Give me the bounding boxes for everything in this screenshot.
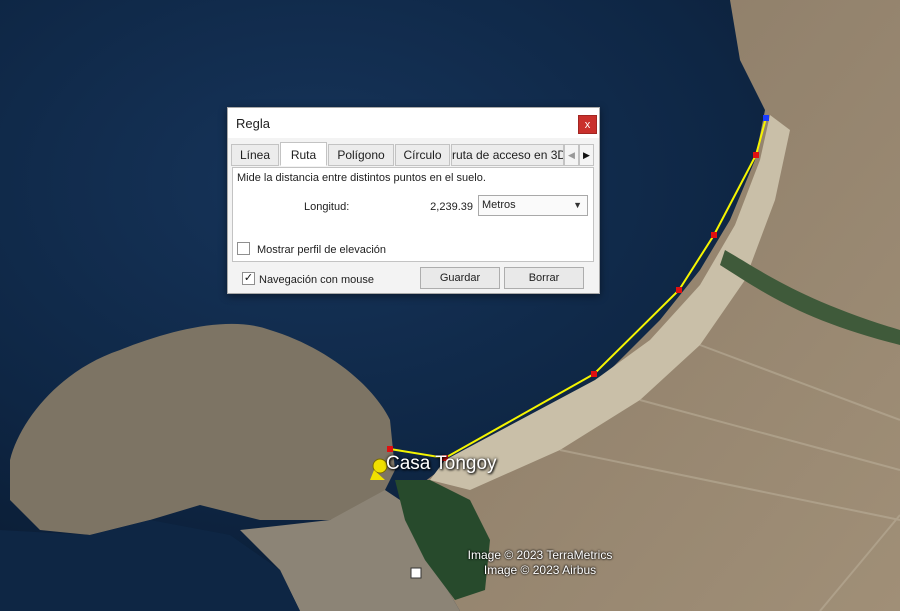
panel-description: Mide la distancia entre distintos puntos… <box>237 172 486 184</box>
dialog-title: Regla <box>236 116 270 131</box>
route-vertex[interactable] <box>711 232 717 238</box>
route-vertex[interactable] <box>676 287 682 293</box>
satellite-map[interactable] <box>0 0 900 611</box>
credit-line: Image © 2023 Airbus <box>483 563 597 577</box>
placemark-label[interactable]: Casa Tongoy <box>386 453 497 475</box>
tab-scroll-right-icon[interactable]: ▶ <box>579 144 594 166</box>
credit-line: Image © 2023 TerraMetrics <box>467 548 613 562</box>
unit-select[interactable]: Metros ▼ <box>478 195 588 216</box>
path-panel: Mide la distancia entre distintos puntos… <box>232 167 594 262</box>
close-button[interactable]: x <box>578 115 597 134</box>
clear-button[interactable]: Borrar <box>504 267 584 289</box>
route-vertex[interactable] <box>591 371 597 377</box>
tab-circle[interactable]: Círculo <box>395 144 450 166</box>
tab-line[interactable]: Línea <box>231 144 279 166</box>
save-button[interactable]: Guardar <box>420 267 500 289</box>
tab-scroll-left-icon[interactable]: ◀ <box>564 144 579 166</box>
road-sign-icon <box>410 567 422 579</box>
length-value: 2,239.39 <box>430 201 473 213</box>
unit-selected-value: Metros <box>482 199 516 211</box>
mouse-navigation-label[interactable]: Navegación con mouse <box>259 274 374 286</box>
elevation-profile-checkbox[interactable] <box>237 242 250 255</box>
elevation-profile-label[interactable]: Mostrar perfil de elevación <box>257 244 386 256</box>
tab-polygon[interactable]: Polígono <box>328 144 394 166</box>
tab-path[interactable]: Ruta <box>280 142 327 166</box>
tab-3d-path[interactable]: ruta de acceso en 3D <box>451 144 564 166</box>
ruler-dialog: Regla x Línea Ruta Polígono Círculo ruta… <box>227 107 600 294</box>
map-credits: Image © 2023 TerraMetrics Image © 2023 A… <box>430 548 650 578</box>
dialog-titlebar[interactable]: Regla x <box>228 108 599 138</box>
chevron-down-icon: ▼ <box>573 200 582 210</box>
mouse-navigation-checkbox[interactable]: ✓ <box>242 272 255 285</box>
route-vertex[interactable] <box>753 152 759 158</box>
route-vertex[interactable] <box>387 446 393 452</box>
route-end-vertex[interactable] <box>763 115 769 121</box>
length-label: Longitud: <box>304 201 350 213</box>
